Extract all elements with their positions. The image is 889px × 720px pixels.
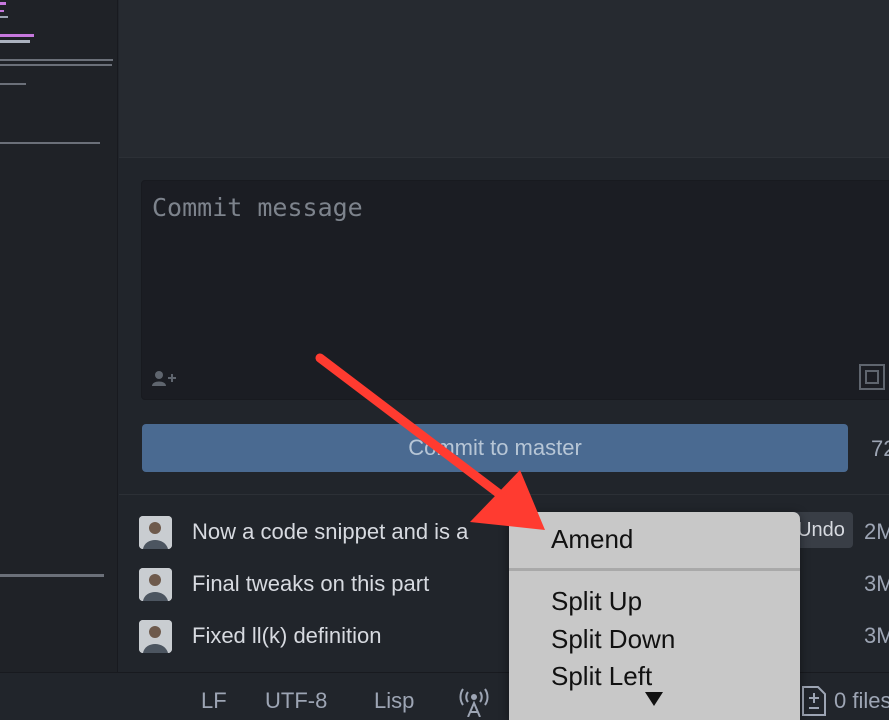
commit-message-input[interactable] <box>152 193 852 343</box>
commit-message: Final tweaks on this part <box>192 571 430 596</box>
avatar <box>139 620 172 653</box>
commit-message: Fixed ll(k) definition <box>192 623 382 648</box>
menu-item-split-up[interactable]: Split Up <box>551 586 642 617</box>
commit-time: 3M <box>864 571 889 596</box>
changed-files-count[interactable]: 0 files <box>834 688 889 714</box>
minimap <box>0 2 113 577</box>
menu-item-split-left[interactable]: Split Left <box>551 661 652 692</box>
file-diff-icon[interactable] <box>801 685 827 720</box>
commit-count: 72 <box>871 436 889 461</box>
avatar <box>139 568 172 601</box>
context-menu: Amend Split Up Split Down Split Left <box>509 512 800 720</box>
divider <box>119 494 889 495</box>
commit-message-box <box>141 180 889 400</box>
commit-button[interactable]: Commit to master <box>142 424 848 472</box>
encoding-selector[interactable]: UTF-8 <box>265 688 327 714</box>
menu-item-amend[interactable]: Amend <box>551 524 633 555</box>
staged-changes-area <box>119 0 889 158</box>
commit-message: Now a code snippet and is a <box>192 519 469 544</box>
grammar-selector[interactable]: Lisp <box>374 688 414 714</box>
line-ending-selector[interactable]: LF <box>201 688 227 714</box>
commit-time: 2M <box>864 519 889 544</box>
chevron-down-icon[interactable] <box>643 690 665 708</box>
expand-icon[interactable] <box>858 363 886 391</box>
menu-separator <box>509 568 800 571</box>
avatar <box>139 516 172 549</box>
editor-minimap-pane <box>0 0 118 672</box>
commit-time: 3M <box>864 623 889 648</box>
coauthor-icon[interactable] <box>152 369 178 389</box>
broadcast-icon[interactable] <box>457 683 491 720</box>
menu-item-split-down[interactable]: Split Down <box>551 624 675 655</box>
